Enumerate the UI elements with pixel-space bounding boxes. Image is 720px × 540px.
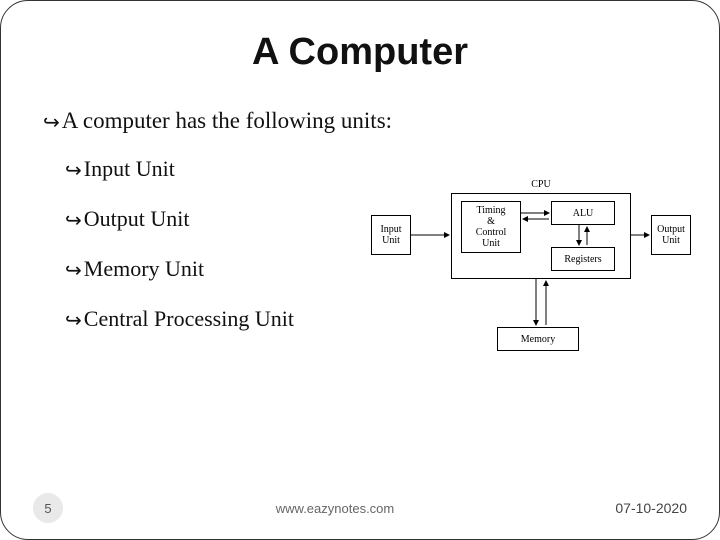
bullet-arrow-icon: ↪ xyxy=(65,308,82,333)
bullet-arrow-icon: ↪ xyxy=(43,110,60,135)
footer-site: www.eazynotes.com xyxy=(63,501,607,516)
list-item-label: Output Unit xyxy=(84,206,190,231)
slide-frame: A Computer ↪A computer has the following… xyxy=(0,0,720,540)
list-item-label: Input Unit xyxy=(84,156,175,181)
list-item-label: Memory Unit xyxy=(84,256,204,281)
intro-line: ↪A computer has the following units: xyxy=(43,108,683,134)
bullet-arrow-icon: ↪ xyxy=(65,208,82,233)
slide-number: 5 xyxy=(33,493,63,523)
block-diagram: CPU Timing & Control Unit ALU Registers … xyxy=(371,177,691,367)
intro-text: A computer has the following units: xyxy=(62,108,392,133)
bullet-arrow-icon: ↪ xyxy=(65,158,82,183)
footer-date: 07-10-2020 xyxy=(607,500,687,516)
list-item-label: Central Processing Unit xyxy=(84,306,294,331)
diagram-connectors xyxy=(371,177,691,367)
slide-title: A Computer xyxy=(37,31,683,74)
bullet-arrow-icon: ↪ xyxy=(65,258,82,283)
slide-footer: 5 www.eazynotes.com 07-10-2020 xyxy=(1,493,719,523)
